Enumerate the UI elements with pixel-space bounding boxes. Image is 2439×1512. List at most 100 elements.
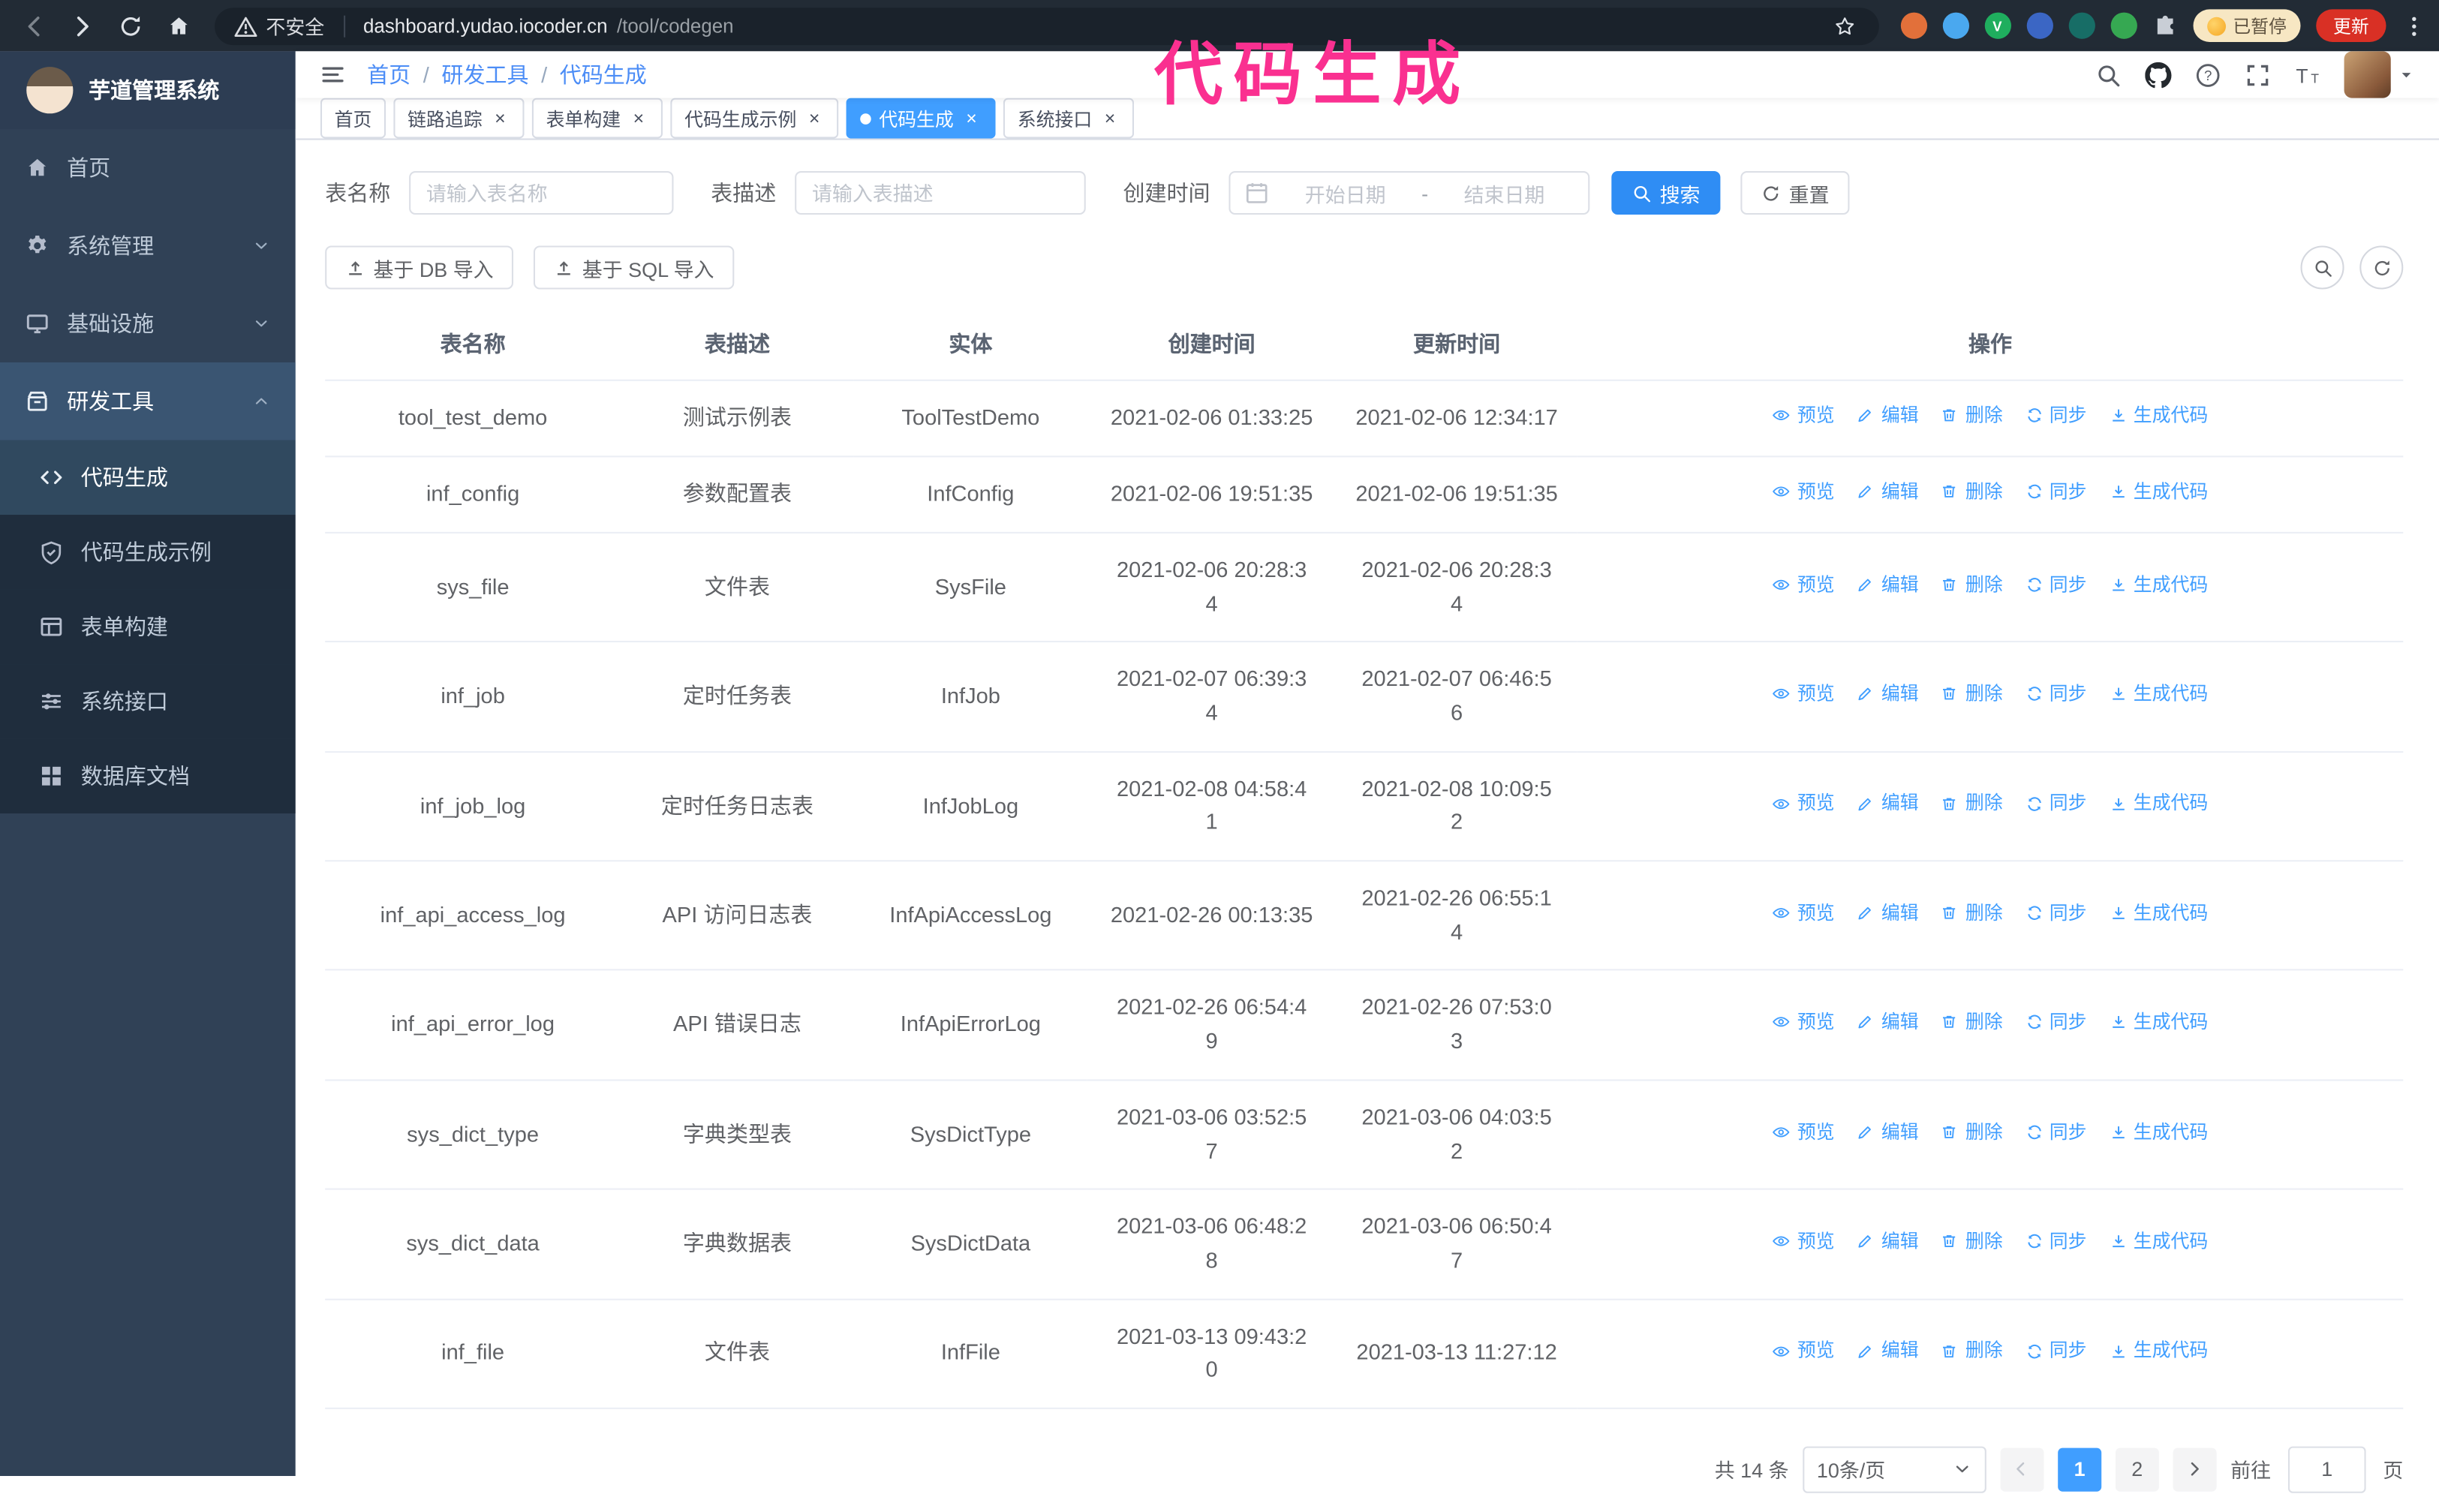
- generate-code-link[interactable]: 生成代码: [2109, 899, 2208, 928]
- extension-orange-dot[interactable]: [1899, 12, 1927, 39]
- edit-link[interactable]: 编辑: [1857, 789, 1919, 819]
- generate-code-link[interactable]: 生成代码: [2109, 680, 2208, 709]
- close-icon[interactable]: ×: [961, 108, 982, 128]
- sidebar-toggle-button[interactable]: [320, 62, 345, 87]
- preview-link[interactable]: 预览: [1773, 570, 1835, 600]
- github-link[interactable]: [2145, 61, 2172, 88]
- sidebar-item-home[interactable]: 首页: [0, 129, 296, 207]
- paused-badge[interactable]: 已暂停: [2192, 9, 2301, 42]
- preview-link[interactable]: 预览: [1773, 477, 1835, 507]
- sidebar-item-devtools[interactable]: 研发工具: [0, 362, 296, 440]
- tag-系统接口[interactable]: 系统接口 ×: [1003, 98, 1135, 139]
- page-1-button[interactable]: 1: [2058, 1447, 2102, 1492]
- table-name-input[interactable]: [409, 170, 674, 215]
- delete-link[interactable]: 删除: [1941, 680, 2003, 709]
- extensions-puzzle-button[interactable]: [2152, 14, 2177, 38]
- edit-link[interactable]: 编辑: [1857, 401, 1919, 431]
- generate-code-link[interactable]: 生成代码: [2109, 570, 2208, 600]
- close-icon[interactable]: ×: [804, 108, 825, 128]
- import-sql-button[interactable]: 基于 SQL 导入: [534, 245, 735, 290]
- sidebar-item-system[interactable]: 系统管理: [0, 207, 296, 285]
- sidebar-item-codegen-example[interactable]: 代码生成示例: [0, 515, 296, 590]
- edit-link[interactable]: 编辑: [1857, 477, 1919, 507]
- extension-green-v-dot[interactable]: V: [1983, 12, 2010, 39]
- prev-page-button[interactable]: [2000, 1447, 2044, 1492]
- address-bar[interactable]: 不安全 dashboard.yudao.iocoder.cn/tool/code…: [215, 7, 1878, 45]
- table-desc-input[interactable]: [795, 170, 1086, 215]
- refresh-table-button[interactable]: [2359, 245, 2404, 290]
- generate-code-link[interactable]: 生成代码: [2109, 789, 2208, 819]
- edit-link[interactable]: 编辑: [1857, 1008, 1919, 1037]
- sidebar-item-codegen[interactable]: 代码生成: [0, 440, 296, 516]
- edit-link[interactable]: 编辑: [1857, 899, 1919, 928]
- app-logo[interactable]: 芋道管理系统: [0, 51, 296, 130]
- sync-link[interactable]: 同步: [2025, 1227, 2087, 1256]
- edit-link[interactable]: 编辑: [1857, 1117, 1919, 1147]
- preview-link[interactable]: 预览: [1773, 1336, 1835, 1366]
- delete-link[interactable]: 删除: [1941, 1117, 2003, 1147]
- extension-teal-dot[interactable]: [2068, 12, 2095, 39]
- delete-link[interactable]: 删除: [1941, 1336, 2003, 1366]
- sync-link[interactable]: 同步: [2025, 680, 2087, 709]
- header-search-button[interactable]: [2095, 62, 2122, 88]
- sync-link[interactable]: 同步: [2025, 477, 2087, 507]
- preview-link[interactable]: 预览: [1773, 401, 1835, 431]
- preview-link[interactable]: 预览: [1773, 899, 1835, 928]
- sidebar-item-api[interactable]: 系统接口: [0, 664, 296, 739]
- font-size-button[interactable]: TT: [2294, 62, 2320, 88]
- browser-reload-button[interactable]: [109, 5, 151, 47]
- tag-表单构建[interactable]: 表单构建 ×: [531, 98, 663, 139]
- bookmark-star-button[interactable]: [1828, 10, 1859, 41]
- breadcrumb-item[interactable]: 首页: [367, 59, 411, 90]
- sync-link[interactable]: 同步: [2025, 1008, 2087, 1037]
- security-chip[interactable]: 不安全: [233, 11, 324, 41]
- update-button[interactable]: 更新: [2316, 9, 2386, 42]
- fullscreen-button[interactable]: [2245, 62, 2271, 88]
- sync-link[interactable]: 同步: [2025, 1336, 2087, 1366]
- delete-link[interactable]: 删除: [1941, 789, 2003, 819]
- preview-link[interactable]: 预览: [1773, 789, 1835, 819]
- browser-menu-button[interactable]: [2401, 14, 2426, 38]
- next-page-button[interactable]: [2173, 1447, 2217, 1492]
- generate-code-link[interactable]: 生成代码: [2109, 1117, 2208, 1147]
- generate-code-link[interactable]: 生成代码: [2109, 477, 2208, 507]
- delete-link[interactable]: 删除: [1941, 899, 2003, 928]
- extension-leaf-dot[interactable]: [2110, 12, 2137, 39]
- toggle-search-button[interactable]: [2300, 245, 2344, 290]
- sync-link[interactable]: 同步: [2025, 1117, 2087, 1147]
- tag-首页[interactable]: 首页: [320, 98, 386, 139]
- page-2-button[interactable]: 2: [2115, 1447, 2159, 1492]
- extension-indigo-dot[interactable]: [2025, 12, 2053, 39]
- breadcrumb-item[interactable]: 研发工具: [441, 59, 528, 90]
- user-menu[interactable]: [2344, 51, 2414, 98]
- generate-code-link[interactable]: 生成代码: [2109, 401, 2208, 431]
- sync-link[interactable]: 同步: [2025, 401, 2087, 431]
- tag-链路追踪[interactable]: 链路追踪 ×: [393, 98, 525, 139]
- browser-back-button[interactable]: [13, 5, 55, 47]
- sidebar-item-form-build[interactable]: 表单构建: [0, 589, 296, 665]
- sync-link[interactable]: 同步: [2025, 789, 2087, 819]
- extension-blue-dot[interactable]: [1941, 12, 1969, 39]
- edit-link[interactable]: 编辑: [1857, 1336, 1919, 1366]
- date-range-picker[interactable]: 开始日期 - 结束日期: [1229, 170, 1590, 215]
- delete-link[interactable]: 删除: [1941, 401, 2003, 431]
- close-icon[interactable]: ×: [1100, 108, 1120, 128]
- goto-page-input[interactable]: [2287, 1446, 2366, 1493]
- sync-link[interactable]: 同步: [2025, 570, 2087, 600]
- sync-link[interactable]: 同步: [2025, 899, 2087, 928]
- close-icon[interactable]: ×: [490, 108, 510, 128]
- delete-link[interactable]: 删除: [1941, 477, 2003, 507]
- close-icon[interactable]: ×: [628, 108, 648, 128]
- docs-help-button[interactable]: ?: [2195, 62, 2221, 88]
- reset-button[interactable]: 重置: [1740, 170, 1850, 215]
- edit-link[interactable]: 编辑: [1857, 1227, 1919, 1256]
- sidebar-item-db-doc[interactable]: 数据库文档: [0, 738, 296, 814]
- delete-link[interactable]: 删除: [1941, 570, 2003, 600]
- page-size-select[interactable]: 10条/页: [1803, 1446, 1986, 1493]
- preview-link[interactable]: 预览: [1773, 1008, 1835, 1037]
- preview-link[interactable]: 预览: [1773, 1227, 1835, 1256]
- tag-代码生成[interactable]: 代码生成 ×: [846, 98, 996, 139]
- browser-forward-button[interactable]: [61, 5, 103, 47]
- import-db-button[interactable]: 基于 DB 导入: [325, 245, 514, 290]
- delete-link[interactable]: 删除: [1941, 1227, 2003, 1256]
